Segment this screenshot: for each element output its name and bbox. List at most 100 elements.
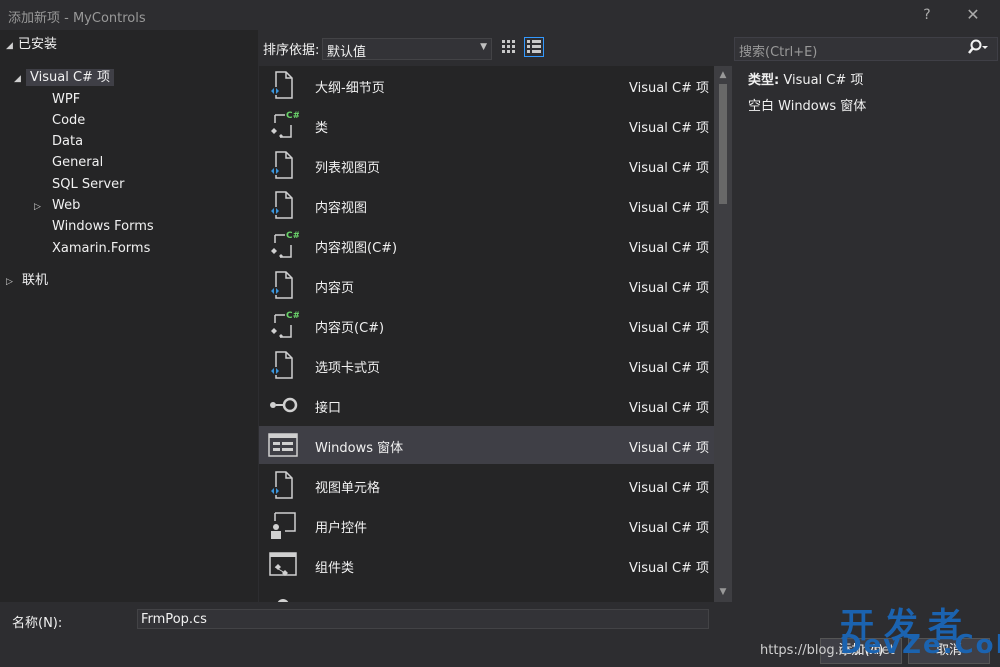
interface-icon [267,389,299,421]
template-item[interactable]: 列表视图页 Visual C# 项 [259,146,714,184]
template-item-partial[interactable] [259,586,714,602]
template-name: 大纲-细节页 [315,81,385,96]
template-item[interactable]: 选项卡式页 Visual C# 项 [259,346,714,384]
help-button[interactable]: ? [916,4,938,26]
name-input[interactable] [137,609,709,629]
svg-text:C#: C# [286,231,299,241]
tree-item-web[interactable]: ▷ Web [34,196,80,216]
template-name: 内容视图 [315,201,368,216]
template-type: Visual C# 项 [629,361,710,376]
component-icon [267,549,299,581]
expand-arrow-icon[interactable]: ◢ [14,69,26,89]
collapsed-arrow-icon[interactable]: ▷ [34,197,52,217]
template-item[interactable]: 视图单元格 Visual C# 项 [259,466,714,504]
template-name: 视图单元格 [315,481,381,496]
scroll-thumb[interactable] [719,84,727,204]
class-icon: C# [267,309,300,341]
search-box[interactable]: 搜索(Ctrl+E) [734,37,998,61]
tree-label: Web [52,198,81,213]
type-row: 类型: Visual C# 项 [748,73,866,99]
tree-item-installed[interactable]: ◢ 已安装 [6,35,57,55]
list-view-icon [527,40,541,53]
description-panel: 类型: Visual C# 项 空白 Windows 窗体 [748,73,866,125]
template-item[interactable]: 内容视图 Visual C# 项 [259,186,714,224]
collapsed-arrow-icon[interactable]: ▷ [6,272,22,292]
template-item[interactable]: 内容页 Visual C# 项 [259,266,714,304]
template-type: Visual C# 项 [629,121,710,136]
sort-value: 默认值 [327,45,367,60]
sort-label: 排序依据: [263,43,320,58]
template-item[interactable]: 接口 Visual C# 项 [259,386,714,424]
template-item[interactable]: C# 类 Visual C# 项 [259,106,714,144]
class-icon: C# [267,229,300,261]
title-bar: 添加新项 - MyControls ? ✕ [0,0,1000,30]
scroll-up-icon[interactable]: ▲ [718,70,728,80]
tree-item-sql-server[interactable]: SQL Server [52,175,125,195]
tree-item-data[interactable]: Data [52,132,83,152]
tree-label: Visual C# 项 [26,69,115,86]
bottom-bar: 名称(N): 添加(A) 取消 https://blog.csdn.net 开发… [0,602,1000,667]
tree-item-wpf[interactable]: WPF [52,90,80,110]
tree-label: 已安装 [18,37,58,52]
template-item[interactable]: Windows 窗体 Visual C# 项 [259,426,714,464]
template-name: 内容页 [315,281,355,296]
form-icon [267,429,299,461]
template-item[interactable]: 用户控件 Visual C# 项 [259,506,714,544]
page-icon [267,269,299,301]
template-list: 大纲-细节页 Visual C# 项 C# 类 Visual C# 项列表视图页 Visu… [259,66,714,602]
expand-arrow-icon[interactable]: ◢ [6,36,18,56]
page-icon [267,189,299,221]
template-item[interactable]: 组件类 Visual C# 项 [259,546,714,584]
page-icon [267,69,299,101]
tree-item-visual-csharp[interactable]: ◢ Visual C# 项 [14,68,115,89]
template-name: 接口 [315,401,342,416]
template-type: Visual C# 项 [629,441,710,456]
search-input[interactable]: 搜索(Ctrl+E) [739,41,817,60]
template-name: 内容视图(C#) [315,241,398,256]
chevron-down-icon: ▼ [480,42,487,52]
template-name: 用户控件 [315,521,368,536]
scroll-down-icon[interactable]: ▼ [718,587,728,597]
sort-dropdown[interactable]: 默认值 ▼ [322,38,492,60]
tree-item-windows-forms[interactable]: Windows Forms [52,217,154,237]
page-icon [267,589,299,602]
grid-view-icon [502,40,515,53]
template-type: Visual C# 项 [629,481,710,496]
list-view-button[interactable] [524,37,544,57]
watermark-logo-en: DevZe.CoM [840,630,1000,660]
template-name: Windows 窗体 [315,441,404,456]
template-item[interactable]: 大纲-细节页 Visual C# 项 [259,66,714,104]
svg-text:C#: C# [286,311,299,321]
template-type: Visual C# 项 [629,521,710,536]
window-title: 添加新项 - MyControls [8,11,146,26]
template-type: Visual C# 项 [629,201,710,216]
description-text: 空白 Windows 窗体 [748,99,867,114]
template-name: 组件类 [315,561,355,576]
template-item[interactable]: C# 内容视图(C#) Visual C# 项 [259,226,714,264]
small-icons-view-button[interactable] [499,37,519,57]
template-type: Visual C# 项 [629,281,710,296]
category-tree: ◢ 已安装 ◢ Visual C# 项 WPF Code Data General … [0,30,258,602]
template-type: Visual C# 项 [629,81,710,96]
page-icon [267,469,299,501]
template-type: Visual C# 项 [629,561,710,576]
page-icon [267,149,299,181]
close-button[interactable]: ✕ [962,4,984,26]
class-icon: C# [267,109,300,141]
tree-item-xamarin-forms[interactable]: Xamarin.Forms [52,239,150,259]
tree-item-code[interactable]: Code [52,111,85,131]
template-item[interactable]: C# 内容页(C#) Visual C# 项 [259,306,714,344]
tree-item-online[interactable]: ▷ 联机 [6,271,48,291]
tree-item-general[interactable]: General [52,153,103,173]
template-name: 列表视图页 [315,161,381,176]
template-type: Visual C# 项 [629,401,710,416]
template-type: Visual C# 项 [629,161,710,176]
type-value: Visual C# 项 [783,73,864,88]
template-name: 选项卡式页 [315,361,381,376]
name-label: 名称(N): [12,616,63,631]
vertical-scrollbar[interactable]: ▲ ▼ [714,66,732,602]
search-icon[interactable] [967,39,989,61]
type-label: 类型: [748,73,780,88]
template-type: Visual C# 项 [629,321,710,336]
template-name: 内容页(C#) [315,321,385,336]
